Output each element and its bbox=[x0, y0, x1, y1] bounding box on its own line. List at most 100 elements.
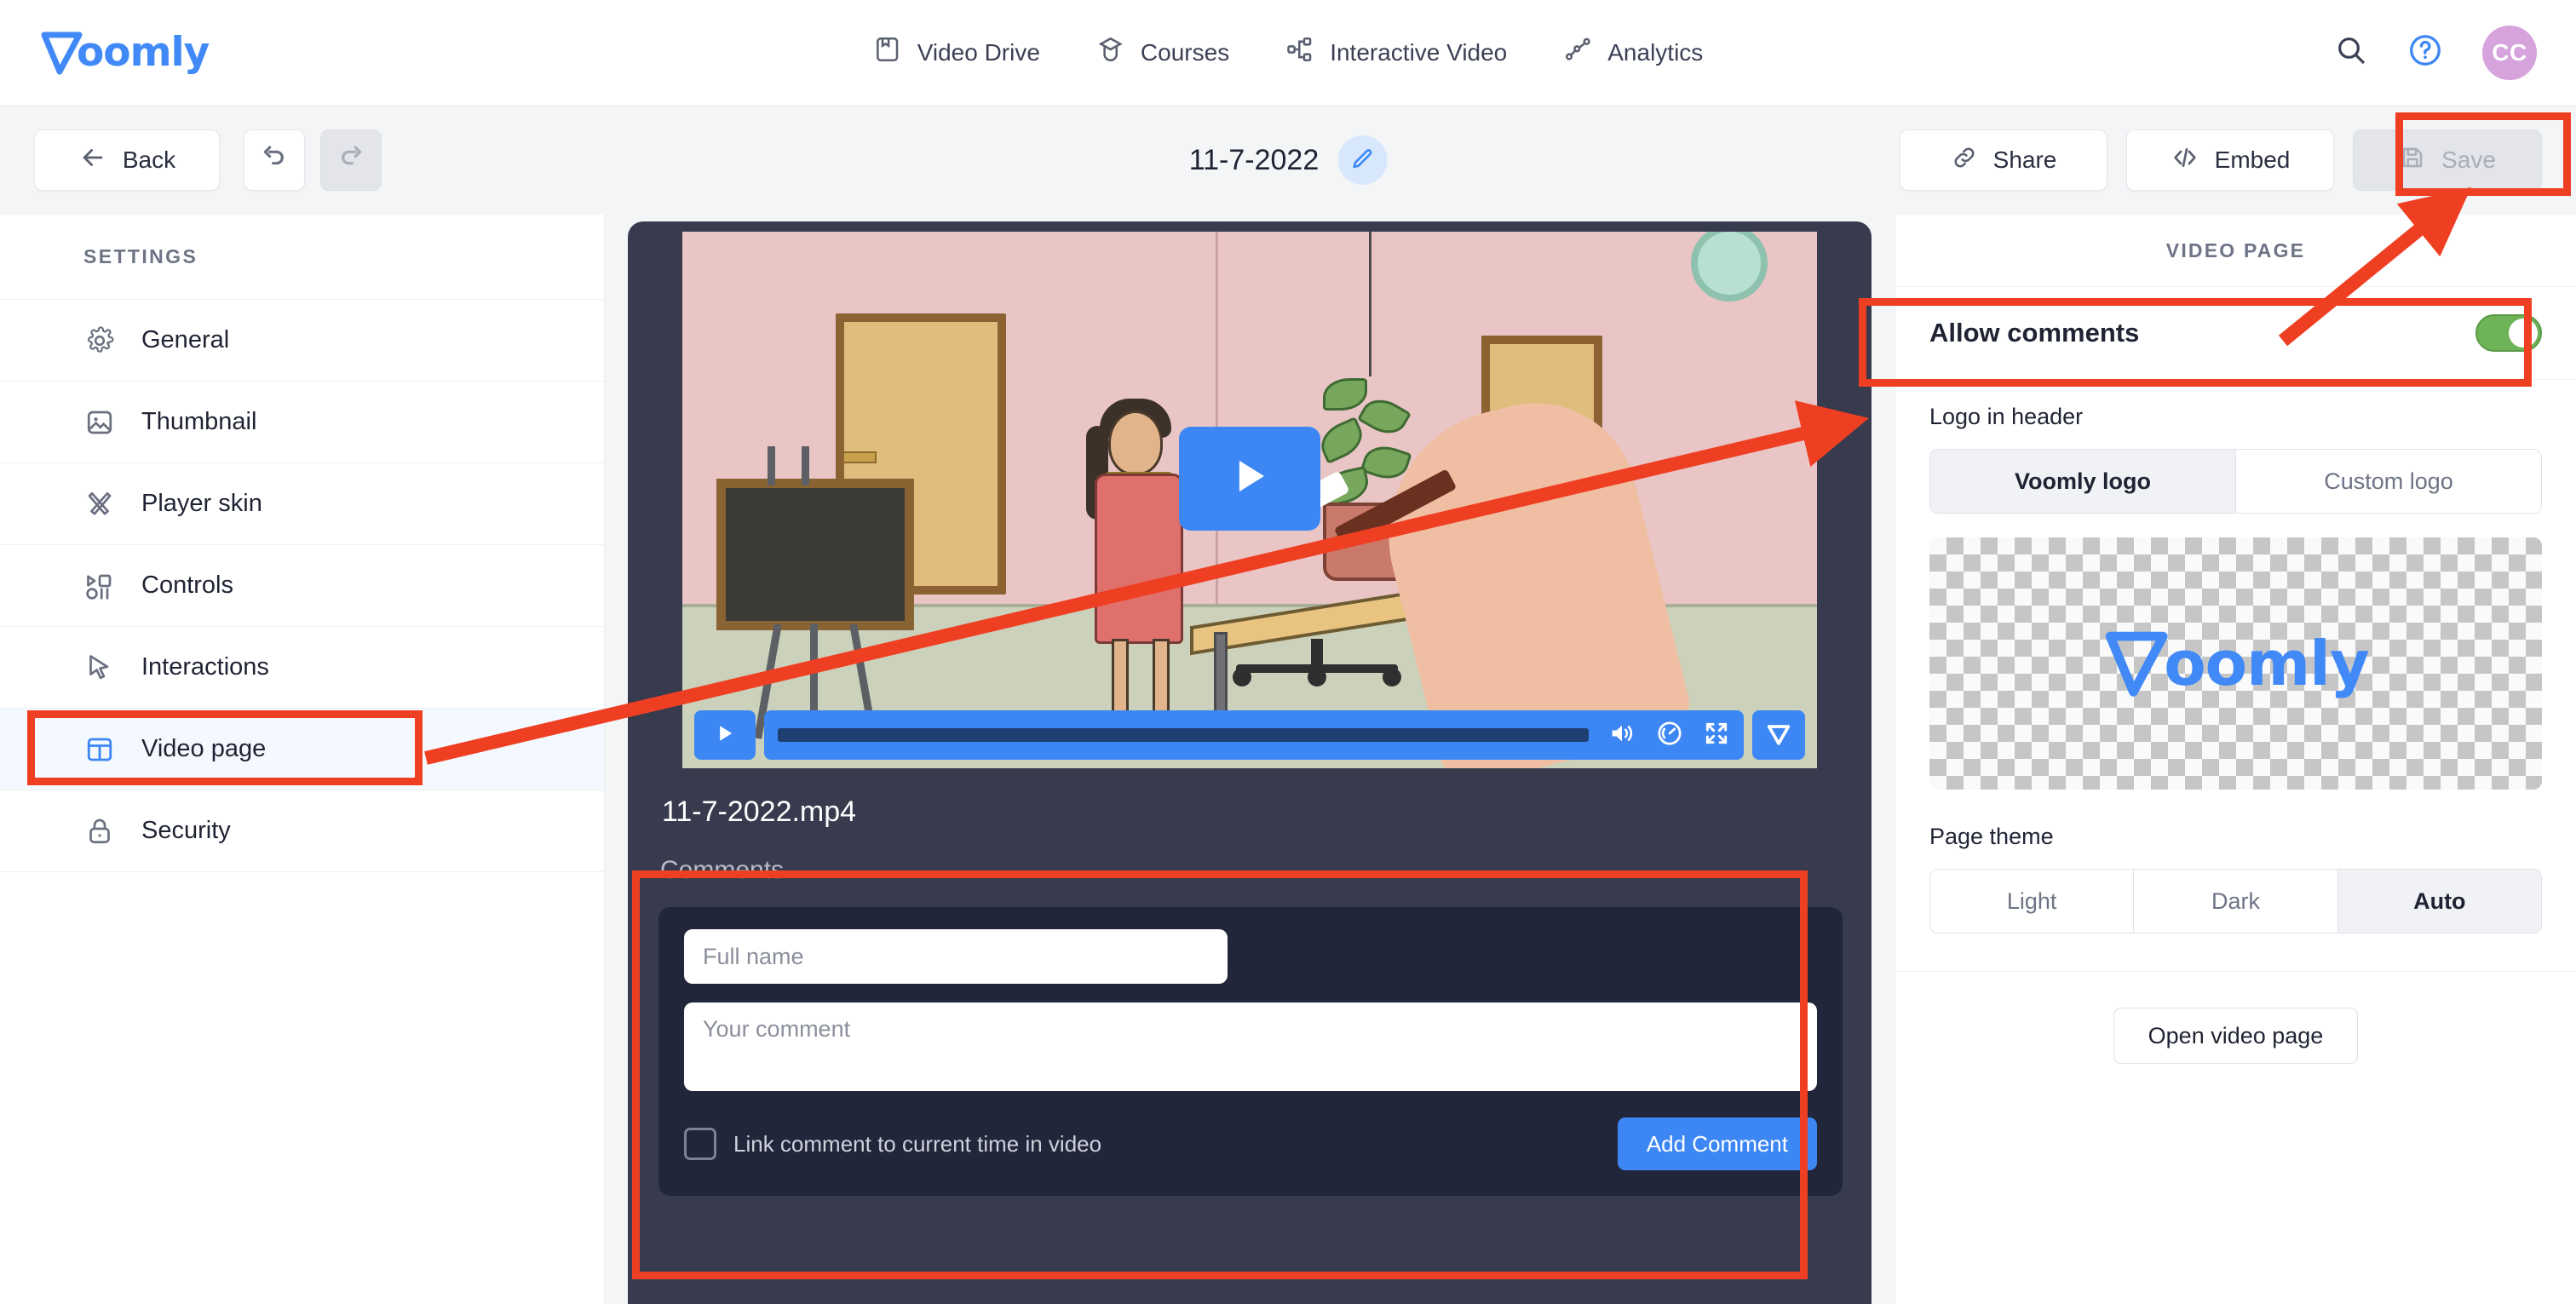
sidebar-item-player-skin-label: Player skin bbox=[141, 490, 262, 517]
arrow-left-icon bbox=[78, 143, 107, 178]
image-icon bbox=[83, 406, 116, 439]
sidebar-header: SETTINGS bbox=[0, 215, 604, 300]
logo-source-segmented-control: Voomly logo Custom logo bbox=[1929, 449, 2542, 514]
embed-button-label: Embed bbox=[2214, 146, 2291, 173]
editor-toolbar: Back 11-7-2022 Share Embed Save bbox=[0, 106, 2576, 215]
speed-gauge-icon[interactable] bbox=[1655, 719, 1684, 752]
undo-button[interactable] bbox=[244, 129, 305, 191]
sidebar-item-security-label: Security bbox=[141, 817, 231, 844]
sidebar-item-video-page[interactable]: Video page bbox=[0, 709, 604, 790]
logo-in-header-label: Logo in header bbox=[1929, 404, 2084, 429]
theme-option-light[interactable]: Light bbox=[1930, 870, 2135, 933]
editor-body: SETTINGS General Thumbnail Player skin C… bbox=[0, 215, 2576, 1304]
comment-form: Link comment to current time in video Ad… bbox=[658, 907, 1843, 1196]
control-bar[interactable] bbox=[764, 710, 1744, 760]
play-overlay-button[interactable] bbox=[1179, 426, 1320, 531]
logo-option-voomly[interactable]: Voomly logo bbox=[1930, 450, 2236, 513]
gear-icon bbox=[83, 325, 116, 357]
search-icon[interactable] bbox=[2334, 33, 2368, 72]
voomly-logo[interactable]: oomly bbox=[39, 29, 210, 76]
nav-analytics-label: Analytics bbox=[1607, 38, 1704, 66]
full-name-input[interactable] bbox=[684, 929, 1228, 984]
line-chart-icon bbox=[1563, 35, 1592, 70]
nav-interactive-video-label: Interactive Video bbox=[1330, 38, 1508, 66]
sidebar-item-player-skin[interactable]: Player skin bbox=[0, 463, 604, 545]
sidebar-item-security[interactable]: Security bbox=[0, 790, 604, 872]
nav-video-drive-label: Video Drive bbox=[917, 38, 1040, 66]
share-button[interactable]: Share bbox=[1900, 129, 2107, 191]
play-icon bbox=[1225, 451, 1274, 505]
avatar[interactable]: CC bbox=[2482, 25, 2537, 80]
main-nav: Video Drive Courses Interactive Video An… bbox=[873, 35, 1703, 70]
logo-preview: oomly bbox=[1929, 537, 2542, 790]
fullscreen-icon[interactable] bbox=[1703, 720, 1730, 751]
brushes-icon bbox=[83, 488, 116, 520]
project-title: 11-7-2022 bbox=[1188, 143, 1320, 176]
theme-option-auto[interactable]: Auto bbox=[2337, 870, 2541, 933]
save-button[interactable]: Save bbox=[2353, 129, 2542, 191]
redo-button[interactable] bbox=[320, 129, 382, 191]
sidebar-item-thumbnail[interactable]: Thumbnail bbox=[0, 382, 604, 463]
cursor-arrow-icon bbox=[83, 652, 116, 684]
toolbar-actions: Share Embed Save bbox=[1900, 129, 2542, 191]
link-time-checkbox-label: Link comment to current time in video bbox=[733, 1130, 1102, 1157]
allow-comments-row[interactable]: Allow comments bbox=[1895, 286, 2576, 380]
open-video-page-wrap: Open video page bbox=[1895, 972, 2576, 1064]
theme-option-dark[interactable]: Dark bbox=[2134, 870, 2338, 933]
graduation-cap-icon bbox=[1096, 35, 1125, 70]
nav-utilities: CC bbox=[2334, 25, 2537, 80]
share-button-label: Share bbox=[1992, 146, 2057, 173]
player-controls bbox=[682, 710, 1817, 760]
comments-heading: Comments bbox=[660, 856, 785, 884]
voomly-mark-icon bbox=[2102, 629, 2172, 698]
voomly-mark-icon[interactable] bbox=[1752, 710, 1805, 760]
project-title-group: 11-7-2022 bbox=[1189, 135, 1388, 185]
add-comment-button[interactable]: Add Comment bbox=[1617, 1117, 1817, 1170]
node-tree-icon bbox=[1285, 35, 1314, 70]
back-button[interactable]: Back bbox=[34, 129, 220, 191]
help-circle-icon[interactable] bbox=[2407, 32, 2443, 72]
pencil-icon bbox=[1349, 146, 1375, 175]
nav-video-drive[interactable]: Video Drive bbox=[873, 35, 1040, 70]
lock-icon bbox=[83, 815, 116, 847]
video-filename: 11-7-2022.mp4 bbox=[662, 796, 857, 828]
nav-analytics[interactable]: Analytics bbox=[1563, 35, 1703, 70]
sidebar-item-interactions[interactable]: Interactions bbox=[0, 627, 604, 709]
play-icon bbox=[713, 721, 737, 750]
sidebar-item-general[interactable]: General bbox=[0, 300, 604, 382]
settings-sidebar: SETTINGS General Thumbnail Player skin C… bbox=[0, 215, 605, 1304]
link-icon bbox=[1951, 144, 1978, 177]
redo-icon bbox=[337, 144, 365, 177]
nav-interactive-video[interactable]: Interactive Video bbox=[1285, 35, 1507, 70]
sidebar-item-video-page-label: Video page bbox=[141, 735, 267, 762]
voomly-wordmark: oomly bbox=[77, 29, 210, 76]
page-theme-segmented-control: Light Dark Auto bbox=[1929, 869, 2542, 933]
edit-title-button[interactable] bbox=[1337, 135, 1388, 185]
page-theme-label: Page theme bbox=[1929, 824, 2054, 849]
top-navigation-bar: oomly Video Drive Courses Interactive Vi… bbox=[0, 0, 2576, 106]
progress-bar[interactable] bbox=[778, 728, 1589, 742]
sidebar-item-thumbnail-label: Thumbnail bbox=[141, 408, 257, 435]
floppy-disk-icon bbox=[2399, 144, 2426, 177]
layout-icon bbox=[83, 733, 116, 766]
video-player[interactable] bbox=[682, 232, 1817, 768]
comments-section: Comments Link comment to current time in… bbox=[628, 851, 1872, 1196]
embed-button[interactable]: Embed bbox=[2126, 129, 2334, 191]
open-video-page-button[interactable]: Open video page bbox=[2113, 1008, 2359, 1064]
video-page-settings-panel: VIDEO PAGE Allow comments Logo in header… bbox=[1895, 215, 2576, 1304]
sidebar-item-controls[interactable]: Controls bbox=[0, 545, 604, 627]
nav-courses-label: Courses bbox=[1140, 38, 1230, 66]
preview-stage: 11-7-2022.mp4 Comments Link comment to c… bbox=[605, 215, 1895, 1304]
logo-option-custom[interactable]: Custom logo bbox=[2236, 450, 2541, 513]
control-play-button[interactable] bbox=[694, 710, 756, 760]
video-page-preview: 11-7-2022.mp4 Comments Link comment to c… bbox=[628, 221, 1872, 1304]
allow-comments-toggle[interactable] bbox=[2475, 314, 2542, 352]
play-pause-icon bbox=[83, 570, 116, 602]
sidebar-item-general-label: General bbox=[141, 326, 230, 353]
code-brackets-icon bbox=[2171, 143, 2199, 178]
allow-comments-label: Allow comments bbox=[1929, 318, 2140, 348]
volume-icon[interactable] bbox=[1607, 719, 1636, 752]
link-time-checkbox[interactable] bbox=[684, 1128, 716, 1160]
nav-courses[interactable]: Courses bbox=[1096, 35, 1229, 70]
comment-textarea[interactable] bbox=[684, 1002, 1817, 1091]
